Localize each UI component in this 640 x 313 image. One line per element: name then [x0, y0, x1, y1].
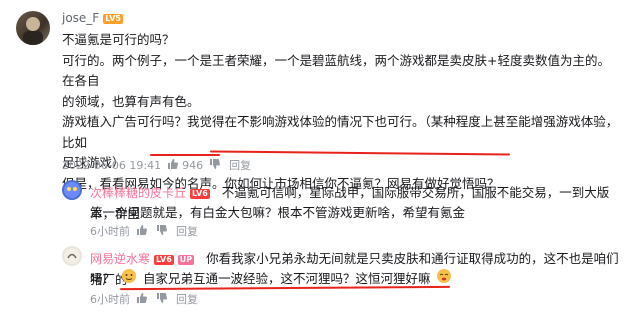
- level-badge: LV6: [154, 254, 174, 265]
- level-badge: LV6: [190, 188, 210, 199]
- up-badge: UP: [177, 254, 195, 265]
- dislike-icon[interactable]: [209, 158, 221, 173]
- annotation-underline: [150, 154, 220, 156]
- reply-button[interactable]: 回复: [176, 223, 198, 239]
- avatar[interactable]: [16, 11, 50, 45]
- dislike-icon[interactable]: [156, 292, 168, 307]
- comment-meta: 2022-06-06 19:41 946 回复: [62, 157, 257, 173]
- like-icon[interactable]: [136, 292, 148, 307]
- like-count: 946: [182, 158, 204, 172]
- comment-date: 2022-06-06 19:41: [62, 158, 162, 172]
- reply-meta: 6小时前 回复: [90, 223, 204, 239]
- username[interactable]: jose_F: [62, 11, 99, 25]
- dislike-icon[interactable]: [156, 224, 168, 239]
- avatar[interactable]: [62, 180, 82, 200]
- reply-username[interactable]: 网易逆水寒: [90, 252, 150, 266]
- reply-button[interactable]: 回复: [229, 157, 251, 173]
- comment-line: 可行的。两个例子，一个是王者荣耀，一个是碧蓝航线，两个游戏都是卖皮肤+轻度卖数值…: [62, 52, 610, 89]
- comment-line: 的领域，也算有声有色。: [62, 93, 200, 109]
- reply-button[interactable]: 回复: [176, 291, 198, 307]
- reply-text: 吗？: [90, 270, 116, 286]
- like-icon[interactable]: [136, 224, 148, 239]
- avatar[interactable]: [62, 246, 82, 266]
- comment-line: 不逼氪是可行的吗？: [62, 32, 175, 47]
- avatar-image: [23, 17, 43, 45]
- reply-time: 6小时前: [90, 225, 130, 238]
- level-badge: LV5: [103, 13, 123, 24]
- avatar-image: [64, 182, 80, 198]
- reply-username[interactable]: 次棒棒糖的皮卡丘: [90, 186, 186, 200]
- like-icon[interactable]: [167, 158, 179, 173]
- avatar-image: [64, 248, 80, 264]
- comment-author[interactable]: jose_F LV5: [62, 11, 123, 25]
- reply-text: 第一个问题就是，有白金大包嘛？根本不管游戏更新啥，希望有氪金: [90, 205, 466, 220]
- reply-time: 6小时前: [90, 293, 130, 306]
- reply-meta: 6小时前 回复: [90, 291, 204, 307]
- comment-line: 游戏植入广告可行吗？我觉得在不影响游戏体验的情况下也可行。（某种程度上甚至能增强…: [62, 114, 619, 150]
- reply-text: 自家兄弟互通一波经验，这不河狸吗？这恒河狸好嘛: [142, 270, 431, 286]
